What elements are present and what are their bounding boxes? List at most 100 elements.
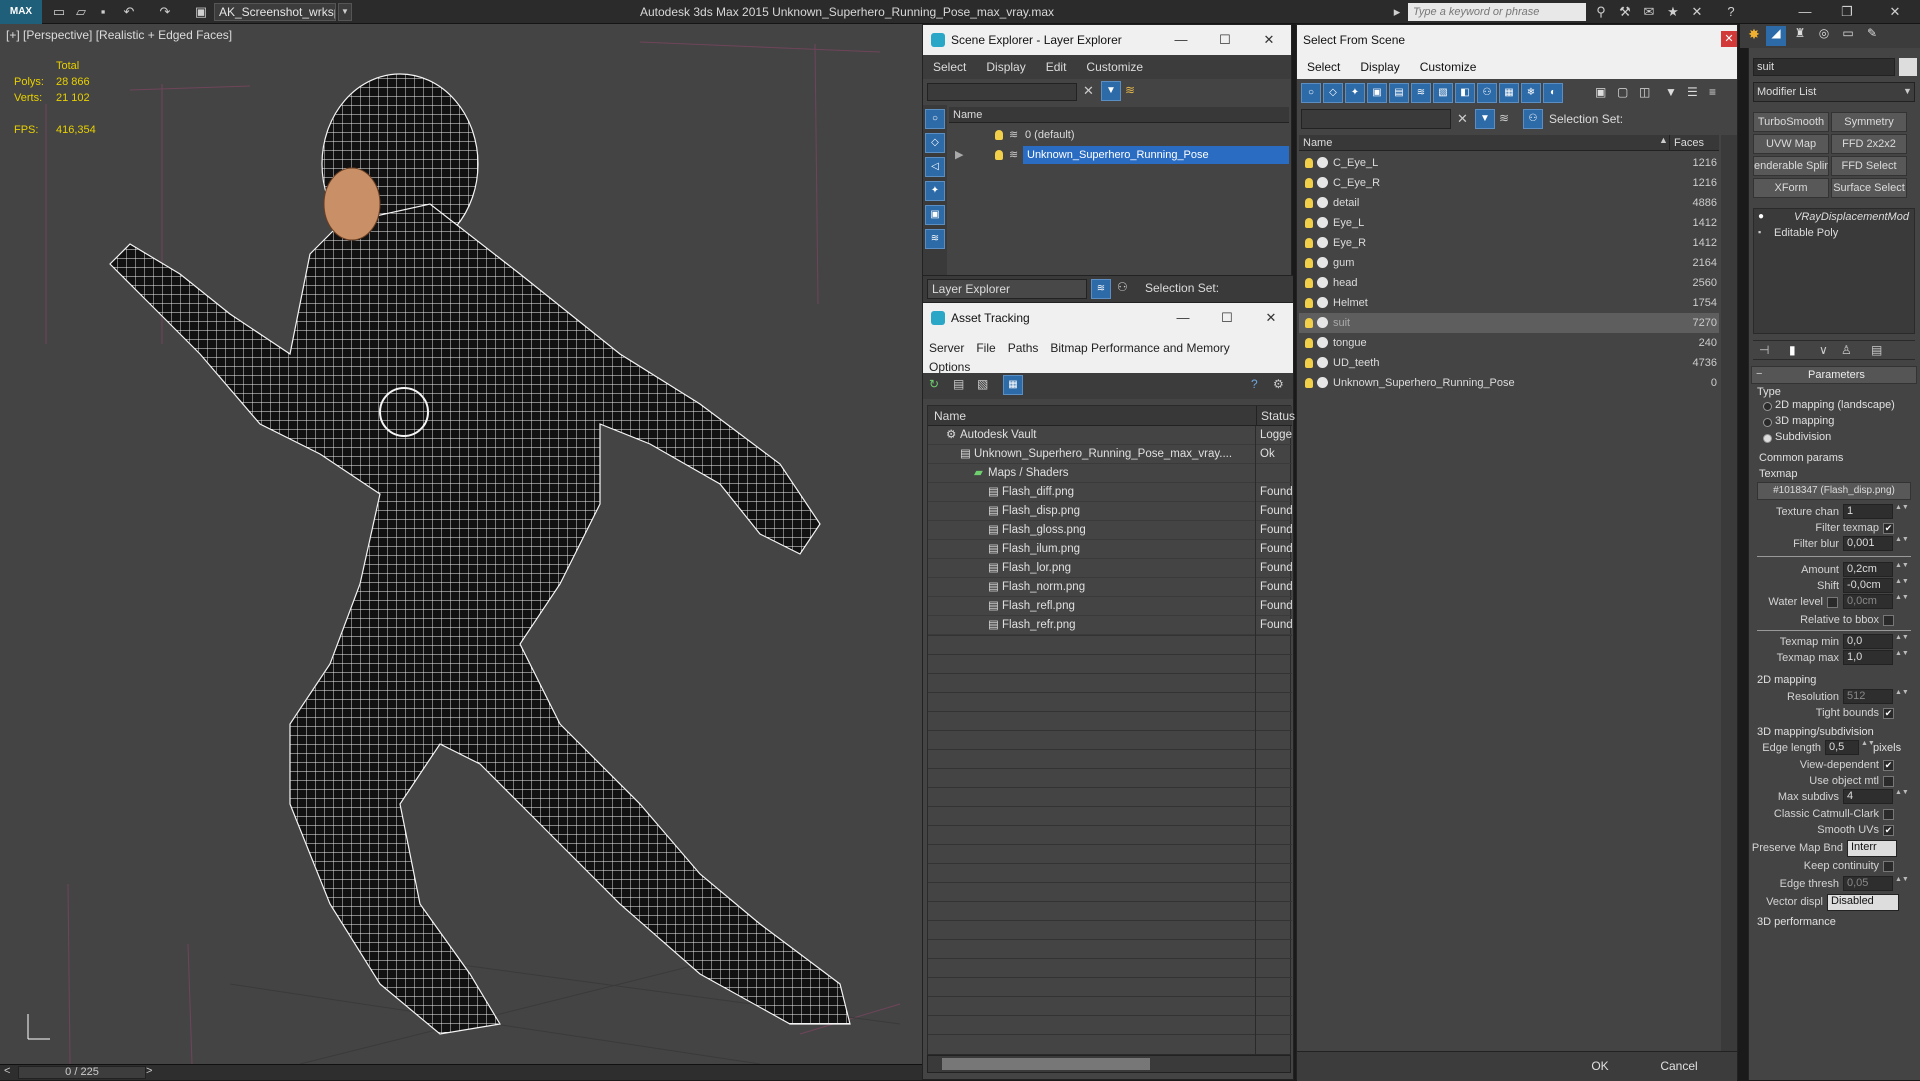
time-slider-thumb[interactable]: 0 / 225 (18, 1066, 146, 1079)
explorer-type-dropdown[interactable]: Layer Explorer (927, 279, 1087, 299)
undo-icon[interactable]: ↶ (120, 3, 138, 21)
configure-sets-icon[interactable]: ▤ (1871, 343, 1882, 357)
object-row[interactable]: Unknown_Superhero_Running_Pose 0 (1299, 373, 1719, 393)
keep-continuity-checkbox[interactable] (1883, 861, 1894, 872)
menu-customize[interactable]: Customize (1410, 55, 1487, 79)
communication-icon[interactable]: ✉ (1640, 3, 1658, 21)
layer-mode-icon[interactable]: ≋ (1091, 279, 1111, 299)
horizontal-scrollbar[interactable] (927, 1055, 1291, 1073)
modifier-list-dropdown[interactable]: Modifier List (1753, 82, 1915, 102)
select-all-icon[interactable]: ▣ (1595, 85, 1606, 99)
renderable-spline-button[interactable]: enderable Splin (1753, 156, 1829, 176)
expand-arrow-icon[interactable]: ▶ (955, 146, 963, 164)
turbosmooth-button[interactable]: TurboSmooth (1753, 112, 1829, 132)
spinner-icon[interactable]: ▲▼ (1895, 876, 1909, 891)
asset-row[interactable]: ⚙ Autodesk Vault Logge (928, 426, 1292, 445)
next-frame-icon[interactable]: > (146, 1065, 152, 1077)
menu-display[interactable]: Display (1350, 55, 1409, 79)
lightbulb-icon[interactable] (1305, 178, 1313, 188)
lightbulb-icon[interactable] (1305, 318, 1313, 328)
clear-search-icon[interactable]: ✕ (1457, 111, 1468, 127)
filter-helpers-icon[interactable]: ▤ (1389, 83, 1409, 103)
object-name-input[interactable]: suit (1753, 58, 1895, 76)
relative-bbox-checkbox[interactable] (1883, 615, 1894, 626)
preserve-map-dropdown[interactable]: Interr (1847, 840, 1897, 857)
close-icon[interactable]: ✕ (1721, 31, 1737, 47)
motion-tab-icon[interactable]: ◎ (1814, 26, 1834, 46)
object-row[interactable]: detail 4886 (1299, 193, 1719, 213)
symmetry-button[interactable]: Symmetry (1831, 112, 1907, 132)
chevron-down-icon[interactable]: ▼ (1903, 86, 1912, 96)
object-col-faces[interactable]: Faces (1669, 135, 1719, 151)
asset-row[interactable]: ▤ Flash_lor.png Found (928, 559, 1292, 578)
filter-shapes-icon[interactable]: ◇ (1323, 83, 1343, 103)
menu-options[interactable]: Options (929, 360, 970, 374)
spinner-icon[interactable]: ▲▼ (1895, 650, 1909, 665)
cancel-button[interactable]: Cancel (1641, 1054, 1717, 1080)
help-icon[interactable]: ? (1722, 3, 1740, 21)
lightbulb-icon[interactable] (1305, 378, 1313, 388)
spinner-icon[interactable]: ▲▼ (1895, 536, 1909, 551)
select-from-scene-titlebar[interactable]: Select From Scene ✕ (1297, 25, 1737, 55)
layer-row-selected[interactable]: ▶ ≋ Unknown_Superhero_Running_Pose (949, 146, 1289, 164)
new-file-icon[interactable]: ▭ (50, 3, 68, 21)
object-row[interactable]: C_Eye_R 1216 (1299, 173, 1719, 193)
amount-field[interactable]: 0,2cm (1843, 562, 1893, 577)
create-tab-icon[interactable]: ✸ (1744, 26, 1764, 46)
vertical-scrollbar[interactable] (1721, 135, 1737, 1051)
texmap-max-field[interactable]: 1,0 (1843, 650, 1893, 665)
display-cameras-icon[interactable]: ▣ (925, 205, 945, 225)
menu-select[interactable]: Select (1297, 55, 1350, 79)
display-tab-icon[interactable]: ▭ (1838, 26, 1858, 46)
object-row[interactable]: Helmet 1754 (1299, 293, 1719, 313)
keyword-search-input[interactable]: Type a keyword or phrase (1408, 3, 1586, 21)
chevron-down-icon[interactable]: ▼ (338, 3, 352, 21)
spinner-icon[interactable]: ▲▼ (1895, 504, 1909, 519)
menu-paths[interactable]: Paths (1008, 341, 1039, 355)
prev-frame-icon[interactable]: < (4, 1065, 10, 1077)
filter-cameras-icon[interactable]: ▣ (1367, 83, 1387, 103)
object-row[interactable]: suit 7270 (1299, 313, 1719, 333)
display-shapes-icon[interactable]: ◁ (925, 157, 945, 177)
object-col-name[interactable]: Name (1299, 135, 1669, 151)
filter-icon[interactable]: ▼ (1475, 109, 1495, 129)
restore-icon[interactable]: ❐ (1838, 3, 1856, 21)
lightbulb-icon[interactable] (1305, 338, 1313, 348)
utilities-tab-icon[interactable]: ✎ (1862, 26, 1882, 46)
object-row[interactable]: C_Eye_L 1216 (1299, 153, 1719, 173)
lightbulb-icon[interactable] (1305, 278, 1313, 288)
lightbulb-icon[interactable] (995, 150, 1003, 160)
texmap-min-field[interactable]: 0,0 (1843, 634, 1893, 649)
asset-row[interactable]: ▤ Flash_diff.png Found (928, 483, 1292, 502)
type-2d-radio[interactable] (1763, 402, 1772, 411)
lightbulb-icon[interactable] (995, 130, 1003, 140)
close-icon[interactable]: ✕ (1886, 3, 1904, 21)
asset-row[interactable]: ▤ Flash_disp.png Found (928, 502, 1292, 521)
settings-icon[interactable]: ⚙ (1273, 377, 1284, 391)
asset-row[interactable]: ▤ Flash_refl.png Found (928, 597, 1292, 616)
type-subdivision-radio[interactable] (1763, 434, 1772, 443)
menu-file[interactable]: File (976, 341, 995, 355)
filter-texmap-checkbox[interactable]: ✔ (1883, 523, 1894, 534)
close-icon[interactable]: ✕ (1249, 303, 1293, 333)
menu-select[interactable]: Select (923, 55, 976, 79)
table-view-icon[interactable]: ▦ (1003, 375, 1023, 395)
select-none-icon[interactable]: ▢ (1617, 85, 1628, 99)
lightbulb-icon[interactable] (1305, 298, 1313, 308)
lightbulb-icon[interactable] (1305, 258, 1313, 268)
lightbulb-icon[interactable] (1305, 238, 1313, 248)
open-file-icon[interactable]: ▱ (72, 3, 90, 21)
scene-explorer-search[interactable] (927, 83, 1077, 101)
spinner-icon[interactable]: ▲▼ (1895, 578, 1909, 593)
modify-tab-icon[interactable]: ◢ (1766, 26, 1786, 46)
parameters-rollout-header[interactable]: − Parameters (1751, 366, 1917, 384)
asset-row[interactable]: ▤ Unknown_Superhero_Running_Pose_max_vray… (928, 445, 1292, 464)
max-subdivs-field[interactable]: 4 (1843, 789, 1893, 804)
subscription-icon[interactable]: ⚒ (1616, 3, 1634, 21)
layer-row[interactable]: ≋ 0 (default) (949, 126, 1289, 144)
filter-groups-icon[interactable]: ▧ (1433, 83, 1453, 103)
project-folder-icon[interactable]: ▣ (192, 3, 210, 21)
redo-icon[interactable]: ↷ (156, 3, 174, 21)
asset-col-name[interactable]: Name (928, 406, 1256, 426)
close-search-icon[interactable]: ✕ (1688, 3, 1706, 21)
